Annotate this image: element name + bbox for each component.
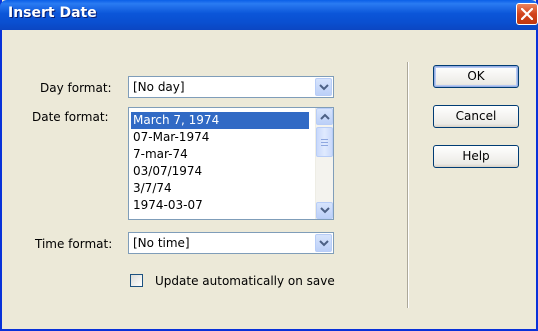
list-item[interactable]: 7-mar-74 [131,146,188,163]
time-format-value: [No time] [133,236,190,250]
list-item[interactable]: 03/07/1974 [131,163,202,180]
insert-date-dialog: Insert Date Day format: [No day] Date fo… [0,0,538,331]
time-format-label: Time format: [35,237,113,251]
date-format-list[interactable]: March 7, 1974 07-Mar-1974 7-mar-74 03/07… [128,107,334,220]
day-format-select[interactable]: [No day] [128,76,334,98]
day-format-value: [No day] [133,80,185,94]
title-bar[interactable]: Insert Date [0,0,538,30]
thumb-grip [321,145,328,146]
date-format-label: Date format: [32,110,109,124]
list-item[interactable]: 3/7/74 [131,180,172,197]
vertical-divider [407,62,409,308]
update-automatically-checkbox[interactable] [130,274,143,287]
help-button[interactable]: Help [433,145,519,168]
chevron-up-icon [320,113,330,120]
chevron-down-icon [319,84,329,91]
thumb-grip [321,142,328,143]
list-item[interactable]: March 7, 1974 [131,112,309,129]
time-format-dropdown-button[interactable] [315,234,332,252]
chevron-down-icon [319,240,329,247]
update-automatically-label[interactable]: Update automatically on save [155,274,335,288]
day-format-dropdown-button[interactable] [315,78,332,96]
close-icon [521,8,533,20]
close-button[interactable] [516,3,538,25]
thumb-grip [321,139,328,140]
scroll-down-button[interactable] [316,202,333,219]
cancel-button[interactable]: Cancel [433,105,519,128]
time-format-select[interactable]: [No time] [128,232,334,254]
scroll-thumb[interactable] [316,127,333,157]
day-format-label: Day format: [40,81,112,95]
window-title: Insert Date [8,5,97,21]
list-item[interactable]: 1974-03-07 [131,197,203,214]
list-item[interactable]: 07-Mar-1974 [131,129,209,146]
chevron-down-icon [320,207,330,214]
list-scrollbar[interactable] [315,108,333,219]
ok-button[interactable]: OK [433,65,519,88]
scroll-up-button[interactable] [316,108,333,125]
